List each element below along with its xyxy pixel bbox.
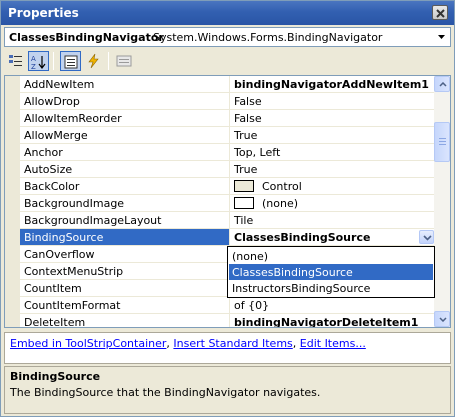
- property-value[interactable]: True: [231, 127, 435, 143]
- property-row-allowitemreorder[interactable]: AllowItemReorder False: [20, 110, 435, 127]
- properties-icon: [64, 55, 78, 69]
- property-row-deleteitem[interactable]: DeleteItem bindingNavigatorDeleteItem1: [20, 314, 435, 327]
- svg-text:A: A: [31, 55, 36, 63]
- categorized-button[interactable]: [6, 51, 27, 71]
- object-selector-dropdown-button[interactable]: [434, 29, 449, 45]
- scroll-down-button[interactable]: [434, 311, 450, 327]
- property-name: AllowDrop: [20, 93, 230, 109]
- property-name: BackColor: [20, 178, 230, 194]
- object-selector[interactable]: ClassesBindingNavigator System.Windows.F…: [4, 27, 451, 47]
- property-value[interactable]: True: [231, 161, 435, 177]
- chevron-down-icon: [438, 35, 445, 39]
- description-title: BindingSource: [10, 370, 101, 383]
- toolbar-separator: [53, 52, 54, 70]
- property-value-image[interactable]: (none): [231, 195, 435, 211]
- separator: ,: [292, 337, 300, 350]
- properties-window: Properties ClassesBindingNavigator Syste…: [0, 0, 455, 417]
- property-value[interactable]: bindingNavigatorAddNewItem1: [231, 76, 435, 92]
- value-dropdown-button[interactable]: [419, 230, 434, 244]
- property-row-allowmerge[interactable]: AllowMerge True: [20, 127, 435, 144]
- property-name: BackgroundImageLayout: [20, 212, 230, 228]
- property-value[interactable]: False: [231, 110, 435, 126]
- property-value[interactable]: Top, Left: [231, 144, 435, 160]
- events-icon: [88, 53, 99, 69]
- property-value-text: ClassesBindingSource: [234, 231, 371, 244]
- property-row-anchor[interactable]: Anchor Top, Left: [20, 144, 435, 161]
- close-button[interactable]: [432, 5, 448, 20]
- property-value[interactable]: of {0}: [231, 297, 435, 313]
- alphabetical-button[interactable]: A Z: [28, 51, 49, 71]
- edit-items-link[interactable]: Edit Items...: [300, 337, 366, 350]
- vertical-scrollbar[interactable]: [434, 76, 450, 327]
- insert-standard-items-link[interactable]: Insert Standard Items: [173, 337, 292, 350]
- property-name: Anchor: [20, 144, 230, 160]
- close-icon: [436, 9, 445, 18]
- property-name: BackgroundImage: [20, 195, 230, 211]
- embed-toolstripcontainer-link[interactable]: Embed in ToolStripContainer: [10, 337, 166, 350]
- dropdown-option-selected[interactable]: ClassesBindingSource: [229, 264, 433, 280]
- scroll-thumb[interactable]: [434, 122, 450, 162]
- property-row-backcolor[interactable]: BackColor Control: [20, 178, 435, 195]
- property-value-color[interactable]: Control: [231, 178, 435, 194]
- image-swatch: [234, 197, 254, 209]
- description-text: The BindingSource that the BindingNaviga…: [10, 386, 321, 399]
- chevron-up-icon: [439, 82, 447, 87]
- property-row-autosize[interactable]: AutoSize True: [20, 161, 435, 178]
- property-name: CountItem: [20, 280, 230, 296]
- alphabetical-icon: A Z: [31, 55, 46, 70]
- description-panel: BindingSource The BindingSource that the…: [4, 366, 451, 414]
- svg-text:Z: Z: [31, 63, 36, 70]
- properties-toolbar: A Z: [4, 49, 451, 73]
- scroll-up-button[interactable]: [434, 76, 450, 92]
- property-name: CountItemFormat: [20, 297, 230, 313]
- events-button[interactable]: [84, 51, 105, 71]
- property-name: AllowMerge: [20, 127, 230, 143]
- property-value[interactable]: False: [231, 93, 435, 109]
- property-row-allowdrop[interactable]: AllowDrop False: [20, 93, 435, 110]
- property-pages-button[interactable]: [114, 51, 135, 71]
- property-value-text: (none): [262, 197, 299, 210]
- property-value-text: Control: [262, 180, 302, 193]
- dropdown-option[interactable]: (none): [229, 248, 433, 264]
- dropdown-option[interactable]: InstructorsBindingSource: [229, 280, 433, 296]
- property-name: AutoSize: [20, 161, 230, 177]
- property-name: AddNewItem: [20, 76, 230, 92]
- property-value[interactable]: ClassesBindingSource: [231, 229, 435, 245]
- object-name: ClassesBindingNavigator: [9, 31, 164, 44]
- properties-button[interactable]: [60, 51, 81, 71]
- property-row-countitemformat[interactable]: CountItemFormat of {0}: [20, 297, 435, 314]
- chevron-down-icon: [439, 317, 447, 322]
- property-row-backgroundimagelayout[interactable]: BackgroundImageLayout Tile: [20, 212, 435, 229]
- window-title: Properties: [8, 6, 79, 20]
- bindingsource-dropdown-list[interactable]: (none) ClassesBindingSource InstructorsB…: [227, 246, 435, 298]
- color-swatch: [234, 180, 254, 192]
- property-name: ContextMenuStrip: [20, 263, 230, 279]
- verbs-panel: Embed in ToolStripContainer, Insert Stan…: [4, 332, 451, 364]
- property-name: BindingSource: [20, 229, 230, 245]
- property-value[interactable]: bindingNavigatorDeleteItem1: [231, 314, 435, 327]
- property-row-addnewitem[interactable]: AddNewItem bindingNavigatorAddNewItem1: [20, 76, 435, 93]
- property-name: AllowItemReorder: [20, 110, 230, 126]
- verb-links: Embed in ToolStripContainer, Insert Stan…: [10, 337, 366, 350]
- property-row-backgroundimage[interactable]: BackgroundImage (none): [20, 195, 435, 212]
- chevron-down-icon: [423, 235, 432, 241]
- grid-gutter: [5, 76, 20, 327]
- object-type: System.Windows.Forms.BindingNavigator: [153, 31, 383, 44]
- property-value[interactable]: Tile: [231, 212, 435, 228]
- property-pages-icon: [116, 55, 132, 67]
- property-name: DeleteItem: [20, 314, 230, 327]
- property-row-bindingsource[interactable]: BindingSource ClassesBindingSource: [20, 229, 435, 246]
- toolbar-separator: [108, 52, 109, 70]
- categorized-icon: [9, 55, 22, 66]
- property-name: CanOverflow: [20, 246, 230, 262]
- title-bar[interactable]: Properties: [1, 1, 454, 25]
